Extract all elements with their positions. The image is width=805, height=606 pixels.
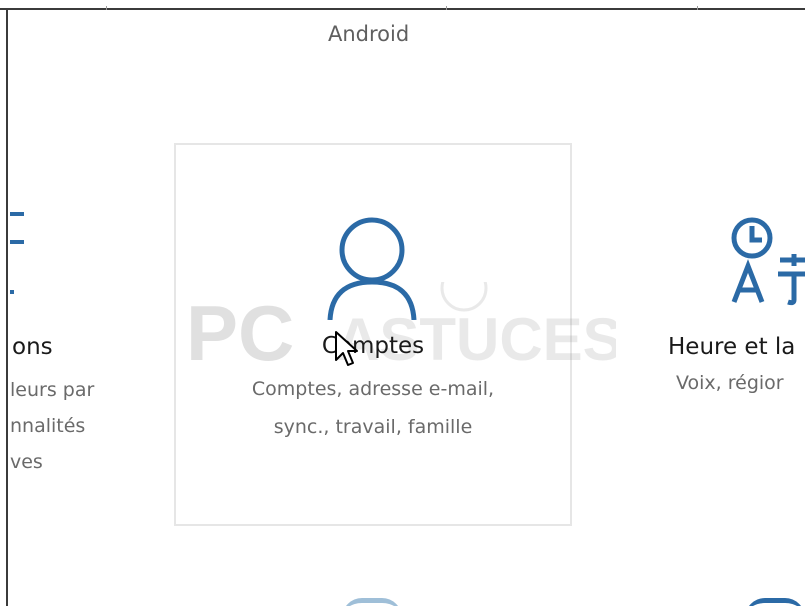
tile-description: Voix, régior: [676, 372, 784, 394]
desc-line: Comptes, adresse e-mail,: [251, 378, 495, 400]
desc-line: sync., travail, famille: [273, 416, 473, 438]
tile-title: ons: [12, 334, 53, 360]
partial-icon-bottom: [745, 598, 805, 606]
apps-icon: [10, 212, 24, 294]
divider-tick: [106, 6, 107, 10]
tile-title-comptes: Comptes: [321, 333, 425, 359]
tile-description-comptes: Comptes, adresse e-mail, sync., travail,…: [174, 370, 572, 446]
tile-title: Heure et la: [668, 334, 796, 360]
settings-window: Android ons leurs parnnalitésves PC ASTU…: [0, 0, 805, 606]
window-left-border: [6, 10, 8, 606]
mouse-pointer-icon: [335, 331, 358, 366]
partial-icon-bottom: [342, 598, 402, 606]
android-label[interactable]: Android: [328, 22, 409, 46]
divider-tick: [697, 6, 698, 10]
time-language-icon: [731, 217, 805, 306]
person-icon: [327, 217, 417, 320]
divider-tick: [446, 6, 447, 10]
window-top-border: [0, 0, 805, 10]
